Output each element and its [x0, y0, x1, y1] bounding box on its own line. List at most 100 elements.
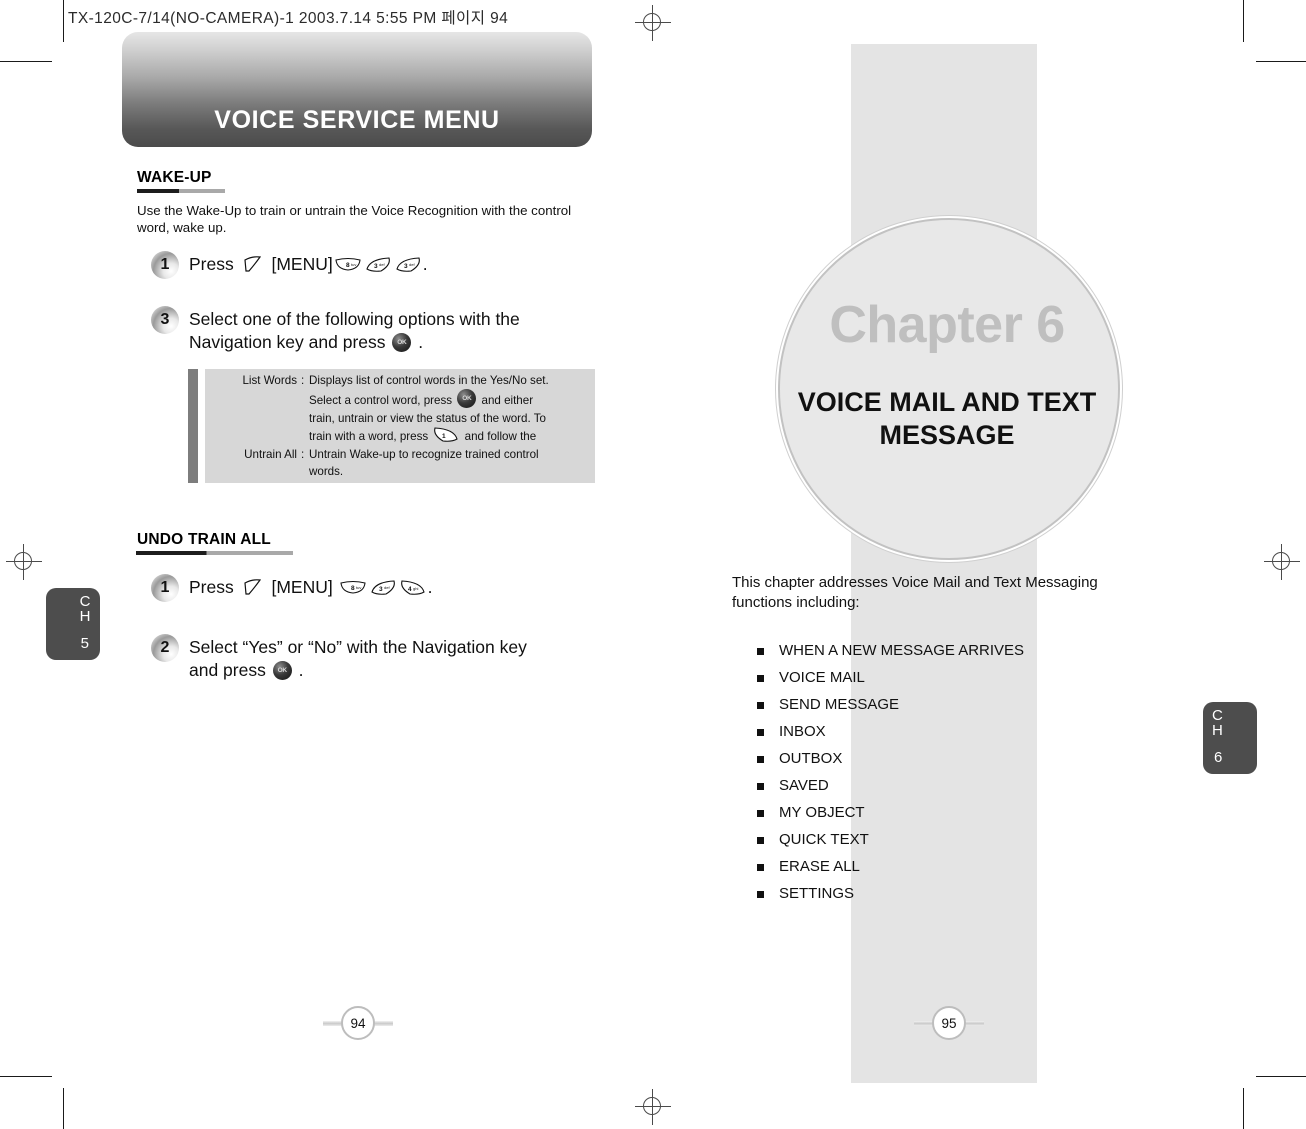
keypad-3-icon: 3 def [369, 580, 397, 595]
step-text-after: . [427, 577, 433, 597]
info-value: Displays list of control words in the Ye… [309, 372, 589, 446]
chapter-tab-h: H [79, 608, 91, 625]
chapter-tab-ch-label: C H [1212, 708, 1223, 738]
info-value: Untrain Wake-up to recognize trained con… [309, 446, 589, 481]
step-number: 1 [160, 256, 170, 273]
list-item: SETTINGS [757, 880, 1024, 907]
topic-label: VOICE MAIL [779, 669, 865, 686]
step-number-badge: 3 [151, 306, 179, 334]
step-text-line1: Select one of the following options with… [189, 309, 520, 329]
step-text-line2: and press . [189, 659, 527, 682]
info-row: List Words : Displays list of control wo… [211, 372, 589, 446]
topic-label: ERASE ALL [779, 858, 860, 875]
svg-text:ghi: ghi [413, 586, 418, 591]
crop-mark-bottom-left-horizontal [0, 1076, 52, 1077]
step-text: Press [MENU] 8 tuv 3 def 4 ghi . [189, 576, 432, 599]
step-number-badge: 2 [151, 634, 179, 662]
step-text: Select “Yes” or “No” with the Navigation… [189, 636, 527, 682]
info-line: train, untrain or view the status of the… [309, 411, 546, 425]
registration-target-right [1264, 544, 1300, 580]
info-label: List Words [242, 374, 297, 387]
page-title-banner: VOICE SERVICE MENU [122, 32, 592, 147]
step-text-after: . [422, 254, 428, 274]
list-item: OUTBOX [757, 745, 1024, 772]
step-text-line2-before: Navigation key and press [189, 332, 386, 352]
step-text-before: Press [189, 254, 234, 274]
page-number-badge-left: 94 [323, 1006, 393, 1040]
topic-label: WHEN A NEW MESSAGE ARRIVES [779, 642, 1025, 659]
info-line: Select a control word, press and either [309, 389, 589, 409]
chapter-tab-left: C H 5 [46, 588, 100, 660]
chapter-intro-text: This chapter addresses Voice Mail and Te… [732, 574, 1098, 611]
right-page-gray-band [851, 44, 1037, 1083]
page-number-left: 94 [341, 1006, 375, 1040]
crop-mark-top-right-horizontal [1256, 61, 1306, 62]
section-heading-undo-train-all: UNDO TRAIN ALL [137, 531, 271, 548]
section-intro-wake-up: Use the Wake-Up to train or untrain the … [137, 203, 572, 235]
svg-text:8: 8 [346, 262, 350, 269]
svg-text:def: def [409, 262, 415, 267]
list-item: INBOX [757, 718, 1024, 745]
menu-label: [MENU] [271, 254, 333, 274]
page-title: VOICE SERVICE MENU [214, 106, 500, 134]
info-line: Displays list of control words in the Ye… [309, 374, 549, 387]
step-number: 3 [160, 311, 170, 328]
info-callout-accent-bar [188, 369, 198, 483]
step-text: Select one of the following options with… [189, 308, 520, 354]
chapter-tab-c: C [79, 593, 91, 610]
keypad-8-icon: 8 tuv [339, 580, 367, 595]
section-rule-undo-train-all [136, 551, 293, 555]
list-item: QUICK TEXT [757, 826, 1024, 853]
chapter-tab-number: 5 [80, 635, 89, 652]
info-colon: : [301, 374, 305, 387]
step-text-line2-after: . [298, 660, 304, 680]
step-number: 2 [160, 639, 170, 656]
svg-text:3: 3 [404, 263, 408, 270]
chapter-badge-title: VOICE MAIL AND TEXT MESSAGE [778, 386, 1116, 452]
list-item: MY OBJECT [757, 799, 1024, 826]
step-text-before: Press [189, 577, 234, 597]
scan-header-line: TX-120C-7/14(NO-CAMERA)-1 2003.7.14 5:55… [68, 10, 509, 27]
svg-text:1: 1 [442, 433, 446, 440]
square-bullet-icon [757, 702, 764, 709]
section-rule-wake-up [137, 189, 225, 193]
crop-mark-bottom-left-vertical [63, 1088, 64, 1129]
square-bullet-icon [757, 729, 764, 736]
info-line: words. [309, 465, 344, 479]
svg-text:tuv: tuv [351, 262, 356, 267]
chapter-tab-c: C [1212, 707, 1224, 724]
keypad-3-icon: 3 def [394, 257, 422, 272]
topic-label: SETTINGS [779, 885, 855, 902]
list-item: SAVED [757, 772, 1024, 799]
section-heading-wake-up: WAKE-UP [137, 169, 212, 186]
list-item: SEND MESSAGE [757, 691, 1024, 718]
square-bullet-icon [757, 783, 764, 790]
registration-target-bottom [635, 1089, 671, 1125]
chapter-tab-right: C H 6 [1203, 702, 1257, 774]
square-bullet-icon [757, 756, 764, 763]
keypad-4-icon: 4 ghi [399, 580, 427, 595]
square-bullet-icon [757, 648, 764, 655]
page-number-badge-right: 95 [914, 1006, 984, 1040]
info-callout-content: List Words : Displays list of control wo… [211, 372, 589, 480]
ok-key-icon [457, 389, 477, 409]
page-number-right: 95 [932, 1006, 966, 1040]
chapter-tab-number: 6 [1214, 749, 1223, 766]
svg-text:def: def [379, 262, 385, 267]
step-text-line2-after: . [418, 332, 424, 352]
step-text-line2: Navigation key and press . [189, 331, 520, 354]
square-bullet-icon [757, 891, 764, 898]
square-bullet-icon [757, 675, 764, 682]
topic-label: QUICK TEXT [779, 831, 869, 848]
chapter-topic-list: WHEN A NEW MESSAGE ARRIVES VOICE MAIL SE… [757, 637, 1024, 907]
scanned-manual-spread: TX-120C-7/14(NO-CAMERA)-1 2003.7.14 5:55… [0, 0, 1306, 1129]
registration-target-top [635, 5, 671, 41]
info-label: Untrain All [244, 447, 297, 461]
crop-mark-top-left-vertical [63, 0, 64, 42]
svg-text:4: 4 [408, 586, 412, 593]
menu-label: [MENU] [271, 577, 333, 597]
ok-key-icon [272, 661, 292, 680]
crop-mark-bottom-right-vertical [1243, 1088, 1244, 1129]
list-item: WHEN A NEW MESSAGE ARRIVES [757, 637, 1024, 664]
topic-label: SAVED [779, 777, 829, 794]
